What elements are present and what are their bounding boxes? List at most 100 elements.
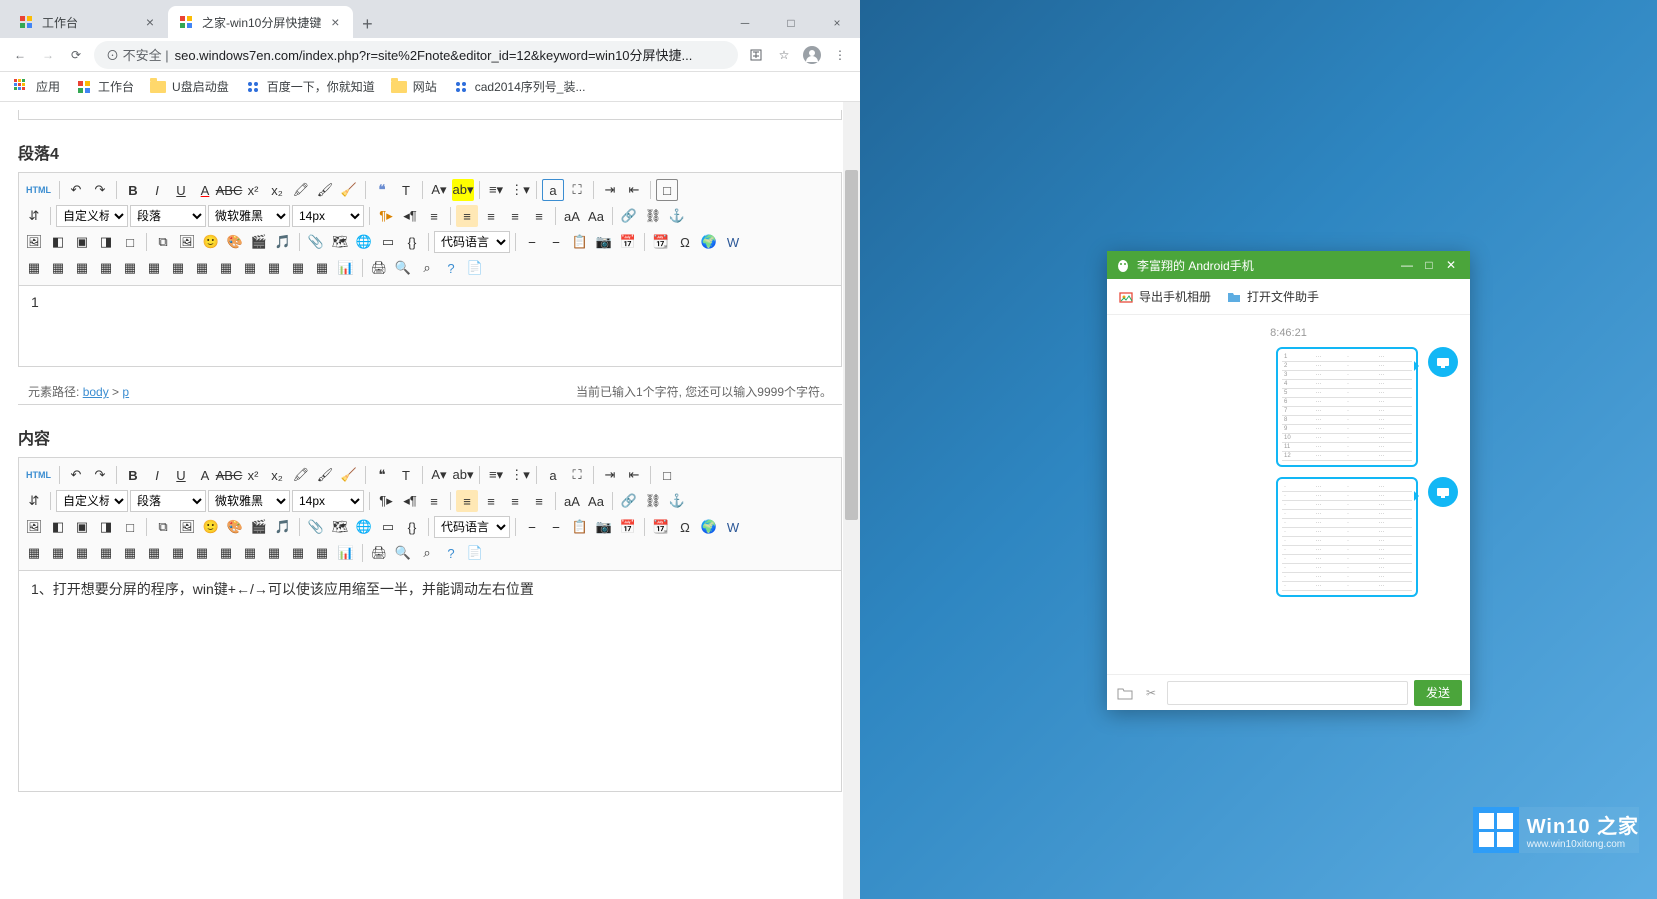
outdent-button[interactable]: ⇤ — [623, 464, 645, 486]
help-button[interactable]: ? — [440, 542, 462, 564]
subscript-button[interactable]: x₂ — [266, 464, 288, 486]
apps-button[interactable]: 应用 — [6, 74, 68, 99]
bold-button[interactable]: B — [122, 464, 144, 486]
undo-button[interactable]: ↶ — [65, 179, 87, 201]
undo-button[interactable]: ↶ — [65, 464, 87, 486]
lineheight-button[interactable]: ⇵ — [23, 490, 45, 512]
fontsize-select[interactable]: 14px — [292, 490, 364, 512]
align-center-button[interactable]: ≡ — [480, 205, 502, 227]
lineheight-button[interactable]: ⇵ — [23, 205, 45, 227]
cell-props-button[interactable]: ▦ — [311, 542, 333, 564]
qq-maximize-button[interactable]: □ — [1418, 251, 1440, 279]
find-button[interactable]: ⌕ — [416, 542, 438, 564]
chart-button[interactable]: 📊 — [335, 257, 357, 279]
brush-button[interactable]: 🖌 — [314, 179, 336, 201]
col-delete-button[interactable]: ▦ — [191, 257, 213, 279]
tab-close-button[interactable]: × — [142, 14, 158, 30]
image-right-button[interactable]: ◨ — [95, 231, 117, 253]
attach-button[interactable]: 📎 — [305, 231, 327, 253]
date-button[interactable]: 📅 — [617, 516, 639, 538]
bgcolor-button[interactable]: ab▾ — [452, 464, 474, 486]
image-left-button[interactable]: ◧ — [47, 231, 69, 253]
rtl-button[interactable]: ◂¶ — [399, 490, 421, 512]
time-button[interactable]: 📆 — [650, 516, 672, 538]
qq-scissors-button[interactable]: ✂ — [1141, 683, 1161, 703]
pagebreak-button[interactable]: ⎯ — [545, 516, 567, 538]
merge-cells-button[interactable]: ▦ — [287, 542, 309, 564]
qq-chat-area[interactable]: 8:46:21 1······· 2······· 3······· 4····… — [1107, 315, 1470, 674]
time-button[interactable]: 📆 — [650, 231, 672, 253]
qq-open-file-helper-button[interactable]: 打开文件助手 — [1225, 288, 1319, 306]
row-before-button[interactable]: ▦ — [71, 542, 93, 564]
plaintext-button[interactable]: T — [395, 464, 417, 486]
path-p-link[interactable]: p — [122, 385, 129, 399]
template-button[interactable]: 📋 — [569, 516, 591, 538]
image-button[interactable]: 🖼 — [23, 516, 45, 538]
date-button[interactable]: 📅 — [617, 231, 639, 253]
bgcolor-button[interactable]: ab▾ — [452, 179, 474, 201]
clearformat-button[interactable]: 🧹 — [338, 179, 360, 201]
redo-button[interactable]: ↷ — [89, 464, 111, 486]
paint-button[interactable]: 🎨 — [224, 516, 246, 538]
image-left-button[interactable]: ◧ — [47, 516, 69, 538]
codelang-select[interactable]: 代码语言 — [434, 516, 510, 538]
ordered-list-button[interactable]: ≡▾ — [485, 179, 507, 201]
frame-button[interactable]: ▭ — [377, 516, 399, 538]
subscript-button[interactable]: x₂ — [266, 179, 288, 201]
fontfamily-select[interactable]: 微软雅黑 — [208, 490, 290, 512]
ordered-list-button[interactable]: ≡▾ — [485, 464, 507, 486]
split-button[interactable]: ▦ — [239, 257, 261, 279]
image-button[interactable]: 🖼 — [23, 231, 45, 253]
snapshot-button[interactable]: 📷 — [593, 231, 615, 253]
close-button[interactable]: × — [814, 8, 860, 38]
maximize-button[interactable]: □ — [768, 8, 814, 38]
align-justify-button[interactable]: ≡ — [528, 490, 550, 512]
outdent-button[interactable]: ⇤ — [623, 179, 645, 201]
indent-button[interactable]: ⇥ — [599, 464, 621, 486]
row-before-button[interactable]: ▦ — [71, 257, 93, 279]
webapp-button[interactable]: 🌍 — [698, 231, 720, 253]
merge-button[interactable]: ▦ — [215, 257, 237, 279]
code-button[interactable]: {} — [401, 231, 423, 253]
url-input[interactable]: ⊙ 不安全 | seo.windows7en.com/index.php?r=s… — [94, 41, 738, 69]
case-upper-button[interactable]: aA — [561, 490, 583, 512]
case-lower-button[interactable]: Aa — [585, 490, 607, 512]
map-button[interactable]: 🗺 — [329, 231, 351, 253]
word-import-button[interactable]: W — [722, 231, 744, 253]
gmap-button[interactable]: 🌐 — [353, 231, 375, 253]
paragraph-select[interactable]: 段落 — [130, 205, 206, 227]
bold-button[interactable]: B — [122, 179, 144, 201]
translate-icon[interactable] — [742, 41, 770, 69]
align-left-button[interactable]: ≡ — [456, 205, 478, 227]
unlink-button[interactable]: ⛓ — [642, 205, 664, 227]
qq-minimize-button[interactable]: — — [1396, 251, 1418, 279]
anchor-button[interactable]: ⚓ — [666, 490, 688, 512]
ltr-button[interactable]: ¶▸ — [375, 490, 397, 512]
col-after-button[interactable]: ▦ — [143, 257, 165, 279]
superscript-button[interactable]: x² — [242, 464, 264, 486]
link-button[interactable]: 🔗 — [618, 490, 640, 512]
emoji-button[interactable]: 🙂 — [200, 231, 222, 253]
paint-button[interactable]: 🎨 — [224, 231, 246, 253]
split-rows-button[interactable]: ▦ — [263, 542, 285, 564]
italic-button[interactable]: I — [146, 464, 168, 486]
case-lower-button[interactable]: Aa — [585, 205, 607, 227]
bookmark-baidu[interactable]: 百度一下，你就知道 — [237, 74, 383, 99]
image-center-button[interactable]: ▣ — [71, 231, 93, 253]
quote-button[interactable]: ❝ — [371, 179, 393, 201]
code-button[interactable]: {} — [401, 516, 423, 538]
fullscreen-button[interactable]: ⛶ — [566, 464, 588, 486]
fontsize-select[interactable]: 14px — [292, 205, 364, 227]
col-after-button[interactable]: ▦ — [143, 542, 165, 564]
html-source-button[interactable]: HTML — [23, 179, 54, 201]
col-before-button[interactable]: ▦ — [119, 542, 141, 564]
selectall-button[interactable]: a — [542, 179, 564, 201]
audio-button[interactable]: 🎵 — [272, 516, 294, 538]
align-justify-button[interactable]: ≡ — [528, 205, 550, 227]
clearformat-button[interactable]: 🧹 — [338, 464, 360, 486]
image-none-button[interactable]: □ — [119, 516, 141, 538]
underline-button[interactable]: U — [170, 464, 192, 486]
quote-button[interactable]: ❝ — [371, 464, 393, 486]
table-delete-button[interactable]: ▦ — [47, 542, 69, 564]
find-button[interactable]: ⌕ — [416, 257, 438, 279]
